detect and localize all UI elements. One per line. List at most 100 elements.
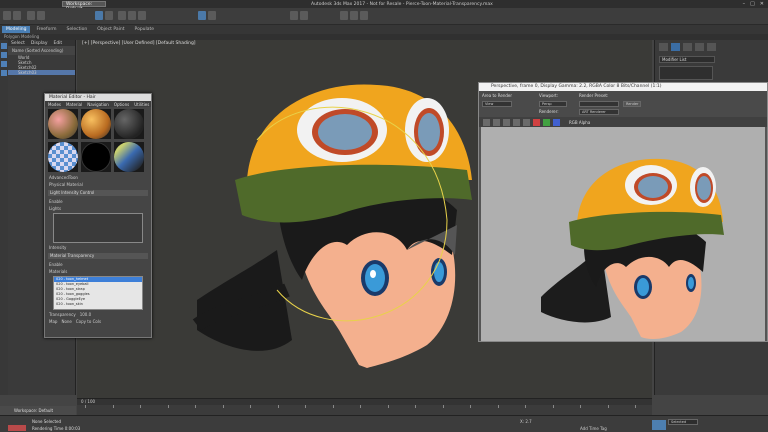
- menu-edit[interactable]: Edit: [53, 41, 62, 46]
- snap-icon[interactable]: [198, 11, 206, 20]
- modify-icon[interactable]: [671, 43, 680, 51]
- undo-icon[interactable]: [3, 11, 11, 20]
- material-name[interactable]: AdvancedToon: [45, 174, 151, 181]
- render-preset-dropdown[interactable]: [579, 101, 619, 107]
- render-button[interactable]: Render: [623, 101, 641, 107]
- material-slot[interactable]: [81, 109, 111, 139]
- track-bar[interactable]: [77, 405, 652, 415]
- material-slot[interactable]: [81, 142, 111, 172]
- create-icon[interactable]: [659, 43, 668, 51]
- material-type[interactable]: Physical Material: [45, 181, 151, 188]
- render-icon[interactable]: [360, 11, 368, 20]
- copy-to-cols-button[interactable]: Copy to Cols: [76, 319, 101, 324]
- tab-selection[interactable]: Selection: [63, 26, 92, 33]
- maxscript-listener[interactable]: [8, 425, 26, 431]
- clone-window-icon[interactable]: [503, 118, 510, 126]
- menu-options[interactable]: Options: [114, 102, 129, 107]
- viewport-label-rw: Viewport:: [539, 93, 559, 98]
- rendered-image: [481, 127, 765, 341]
- trackbar-tick: [195, 405, 196, 408]
- add-time-tag[interactable]: Add Time Tag: [580, 426, 607, 431]
- tab-modeling[interactable]: Modeling: [2, 26, 31, 33]
- select-object-icon[interactable]: [95, 11, 103, 20]
- menu-display[interactable]: Display: [31, 41, 48, 46]
- enable-checkbox-2[interactable]: Enable: [45, 261, 151, 268]
- channel-dropdown[interactable]: RGB Alpha: [569, 120, 590, 125]
- clear-icon[interactable]: [523, 118, 530, 126]
- transparency-section[interactable]: Material Transparency: [48, 253, 148, 259]
- trackbar-tick: [222, 405, 224, 408]
- minimize-icon[interactable]: –: [743, 1, 746, 7]
- red-channel-icon[interactable]: [533, 118, 540, 126]
- scale-icon[interactable]: [138, 11, 146, 20]
- ribbon-tabs: Modeling Freeform Selection Object Paint…: [0, 25, 768, 34]
- save-image-icon[interactable]: [483, 118, 490, 126]
- unlink-icon[interactable]: [37, 11, 45, 20]
- modifier-list-dropdown[interactable]: Modifier List: [659, 56, 715, 63]
- area-to-render-dropdown[interactable]: View: [482, 101, 512, 107]
- renderer-dropdown[interactable]: ART Renderer: [579, 109, 619, 115]
- light-intensity-section[interactable]: Light Intensity Control: [48, 190, 148, 196]
- print-icon[interactable]: [513, 118, 520, 126]
- filter-icon[interactable]: [1, 70, 7, 76]
- set-key-icon[interactable]: [652, 420, 666, 430]
- key-filter-dropdown[interactable]: Selected: [668, 419, 698, 425]
- workspace-selector[interactable]: Workspace: Default: [62, 1, 106, 12]
- viewport-dropdown[interactable]: Persp: [539, 101, 567, 107]
- link-icon[interactable]: [27, 11, 35, 20]
- map-button[interactable]: None: [61, 319, 71, 324]
- menu-navigation[interactable]: Navigation: [87, 102, 109, 107]
- trackbar-tick: [305, 405, 306, 408]
- material-slot[interactable]: [114, 109, 144, 139]
- modifier-stack[interactable]: [659, 66, 713, 80]
- tab-populate[interactable]: Populate: [131, 26, 159, 33]
- select-by-name-icon[interactable]: [105, 11, 113, 20]
- viewport-label[interactable]: [+] [Perspective] [User Defined] [Defaul…: [82, 41, 196, 46]
- material-editor-icon[interactable]: [340, 11, 348, 20]
- materials-list[interactable]: 020 - toon_helmet 020 - toon_eyeball 020…: [53, 276, 143, 310]
- transparency-value[interactable]: 100.0: [80, 312, 91, 317]
- layers-icon[interactable]: [1, 61, 7, 67]
- blue-channel-icon[interactable]: [553, 118, 560, 126]
- render-setup-icon[interactable]: [350, 11, 358, 20]
- menu-select[interactable]: Select: [11, 41, 25, 46]
- trackbar-tick: [112, 405, 114, 408]
- map-label: Map: [49, 319, 58, 324]
- time-slider[interactable]: 0 / 100: [77, 398, 652, 405]
- workspace-bottom[interactable]: Workspace: Default: [0, 406, 76, 415]
- mirror-icon[interactable]: [290, 11, 298, 20]
- green-channel-icon[interactable]: [543, 118, 550, 126]
- coordinate-readout[interactable]: X: 2.7: [520, 419, 532, 424]
- copy-image-icon[interactable]: [493, 118, 500, 126]
- list-item[interactable]: 020 - toon_skin: [54, 302, 142, 307]
- material-slot[interactable]: [48, 142, 78, 172]
- close-icon[interactable]: ✕: [760, 1, 764, 7]
- material-slot[interactable]: [114, 142, 144, 172]
- move-icon[interactable]: [118, 11, 126, 20]
- select-icon[interactable]: [1, 43, 7, 49]
- display-panel-icon[interactable]: [707, 43, 716, 51]
- motion-icon[interactable]: [695, 43, 704, 51]
- list-item[interactable]: Sketch03: [8, 70, 75, 75]
- angle-snap-icon[interactable]: [208, 11, 216, 20]
- trackbar-tick: [552, 405, 554, 408]
- rotate-icon[interactable]: [128, 11, 136, 20]
- column-header[interactable]: Name (Sorted Ascending): [8, 46, 75, 55]
- menu-utilities[interactable]: Utilities: [134, 102, 149, 107]
- tab-freeform[interactable]: Freeform: [32, 26, 60, 33]
- tab-object-paint[interactable]: Object Paint: [93, 26, 128, 33]
- enable-checkbox-1[interactable]: Enable: [45, 198, 151, 205]
- left-tool-strip: [0, 40, 8, 395]
- lights-list[interactable]: [53, 213, 143, 243]
- material-editor-title[interactable]: Material Editor - Hair: [45, 94, 151, 101]
- trackbar-tick: [497, 405, 499, 408]
- menu-material[interactable]: Material: [66, 102, 82, 107]
- redo-icon[interactable]: [13, 11, 21, 20]
- display-icon[interactable]: [1, 52, 7, 58]
- align-icon[interactable]: [300, 11, 308, 20]
- render-window-title[interactable]: Perspective, frame 0, Display Gamma: 2.2…: [479, 83, 767, 91]
- maximize-icon[interactable]: □: [750, 1, 755, 7]
- material-slot[interactable]: [48, 109, 78, 139]
- menu-modes[interactable]: Modes: [48, 102, 61, 107]
- hierarchy-icon[interactable]: [683, 43, 692, 51]
